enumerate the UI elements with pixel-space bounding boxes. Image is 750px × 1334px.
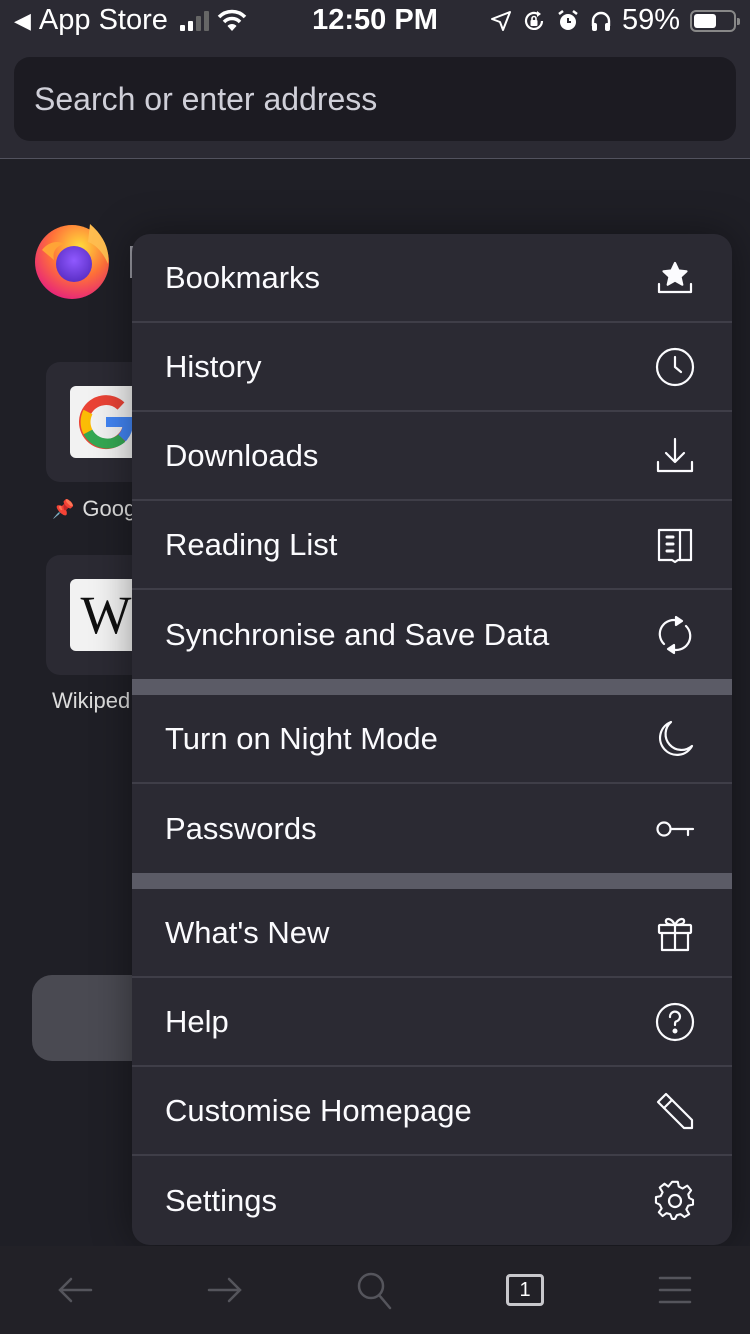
menu-item-label: Customise Homepage xyxy=(165,1092,472,1128)
back-button[interactable] xyxy=(45,1260,105,1320)
arrow-left-icon xyxy=(58,1277,93,1303)
menu-item-sync[interactable]: Synchronise and Save Data xyxy=(132,590,732,679)
menu-item-label: What's New xyxy=(165,914,330,950)
battery-fill xyxy=(694,13,717,28)
menu-item-reading-list[interactable]: Reading List xyxy=(132,501,732,590)
wikipedia-glyph: W xyxy=(80,585,132,645)
rotation-lock-icon xyxy=(524,10,544,30)
app-menu: Bookmarks History Downloads Reading List… xyxy=(132,234,732,1245)
menu-item-history[interactable]: History xyxy=(132,323,732,412)
url-bar[interactable]: Search or enter address xyxy=(14,57,736,141)
menu-item-downloads[interactable]: Downloads xyxy=(132,412,732,501)
gift-icon xyxy=(654,912,696,954)
key-icon xyxy=(654,808,696,850)
pencil-icon xyxy=(654,1090,696,1132)
menu-item-label: Turn on Night Mode xyxy=(165,720,438,756)
menu-item-label: Settings xyxy=(165,1182,278,1218)
tabs-icon: 1 xyxy=(506,1274,544,1306)
location-icon xyxy=(490,10,511,31)
menu-item-label: Passwords xyxy=(165,810,317,846)
top-site-label-wikipedia[interactable]: Wikiped xyxy=(52,688,130,714)
menu-item-customise-homepage[interactable]: Customise Homepage xyxy=(132,1067,732,1156)
menu-button[interactable] xyxy=(645,1260,705,1320)
browser-header: Search or enter address xyxy=(0,42,750,159)
gear-icon xyxy=(654,1180,696,1222)
battery-percent: 59% xyxy=(621,4,680,36)
headphones-icon xyxy=(591,11,611,31)
menu-item-bookmarks[interactable]: Bookmarks xyxy=(132,234,732,323)
sync-icon xyxy=(654,614,696,656)
menu-item-label: Help xyxy=(165,1003,229,1039)
forward-button[interactable] xyxy=(195,1260,255,1320)
bottom-toolbar: 1 xyxy=(0,1246,750,1334)
top-site-label-google[interactable]: 📌 Goog xyxy=(52,496,136,522)
arrow-right-icon xyxy=(207,1277,242,1303)
menu-separator xyxy=(132,679,732,695)
clock-icon xyxy=(654,346,696,388)
reading-list-icon xyxy=(654,524,696,566)
top-site-name: Goog xyxy=(82,496,137,521)
menu-item-label: Downloads xyxy=(165,437,319,473)
download-icon xyxy=(654,435,696,477)
menu-item-label: History xyxy=(165,348,262,384)
pin-icon: 📌 xyxy=(52,498,75,519)
help-circle-icon xyxy=(654,1001,696,1043)
menu-item-settings[interactable]: Settings xyxy=(132,1156,732,1245)
search-icon xyxy=(357,1272,392,1310)
status-bar: ◀ App Store 12:50 PM 59% xyxy=(0,0,750,42)
top-site-name: Wikiped xyxy=(52,688,131,713)
menu-item-label: Synchronise and Save Data xyxy=(165,616,550,652)
url-bar-placeholder: Search or enter address xyxy=(34,80,378,117)
menu-item-passwords[interactable]: Passwords xyxy=(132,784,732,873)
menu-separator xyxy=(132,873,732,889)
menu-item-label: Bookmarks xyxy=(165,259,321,295)
status-right: 59% xyxy=(490,4,740,37)
menu-item-whats-new[interactable]: What's New xyxy=(132,889,732,978)
menu-item-help[interactable]: Help xyxy=(132,978,732,1067)
moon-icon xyxy=(654,718,696,760)
menu-item-label: Reading List xyxy=(165,526,338,562)
battery-icon xyxy=(690,9,740,32)
alarm-icon xyxy=(558,9,578,30)
tab-count: 1 xyxy=(519,1278,531,1301)
hamburger-menu-icon xyxy=(658,1276,692,1304)
menu-item-night-mode[interactable]: Turn on Night Mode xyxy=(132,695,732,784)
bookmark-star-icon xyxy=(654,257,696,299)
firefox-logo xyxy=(35,224,109,299)
tabs-button[interactable]: 1 xyxy=(495,1260,555,1320)
search-button[interactable] xyxy=(345,1260,405,1320)
